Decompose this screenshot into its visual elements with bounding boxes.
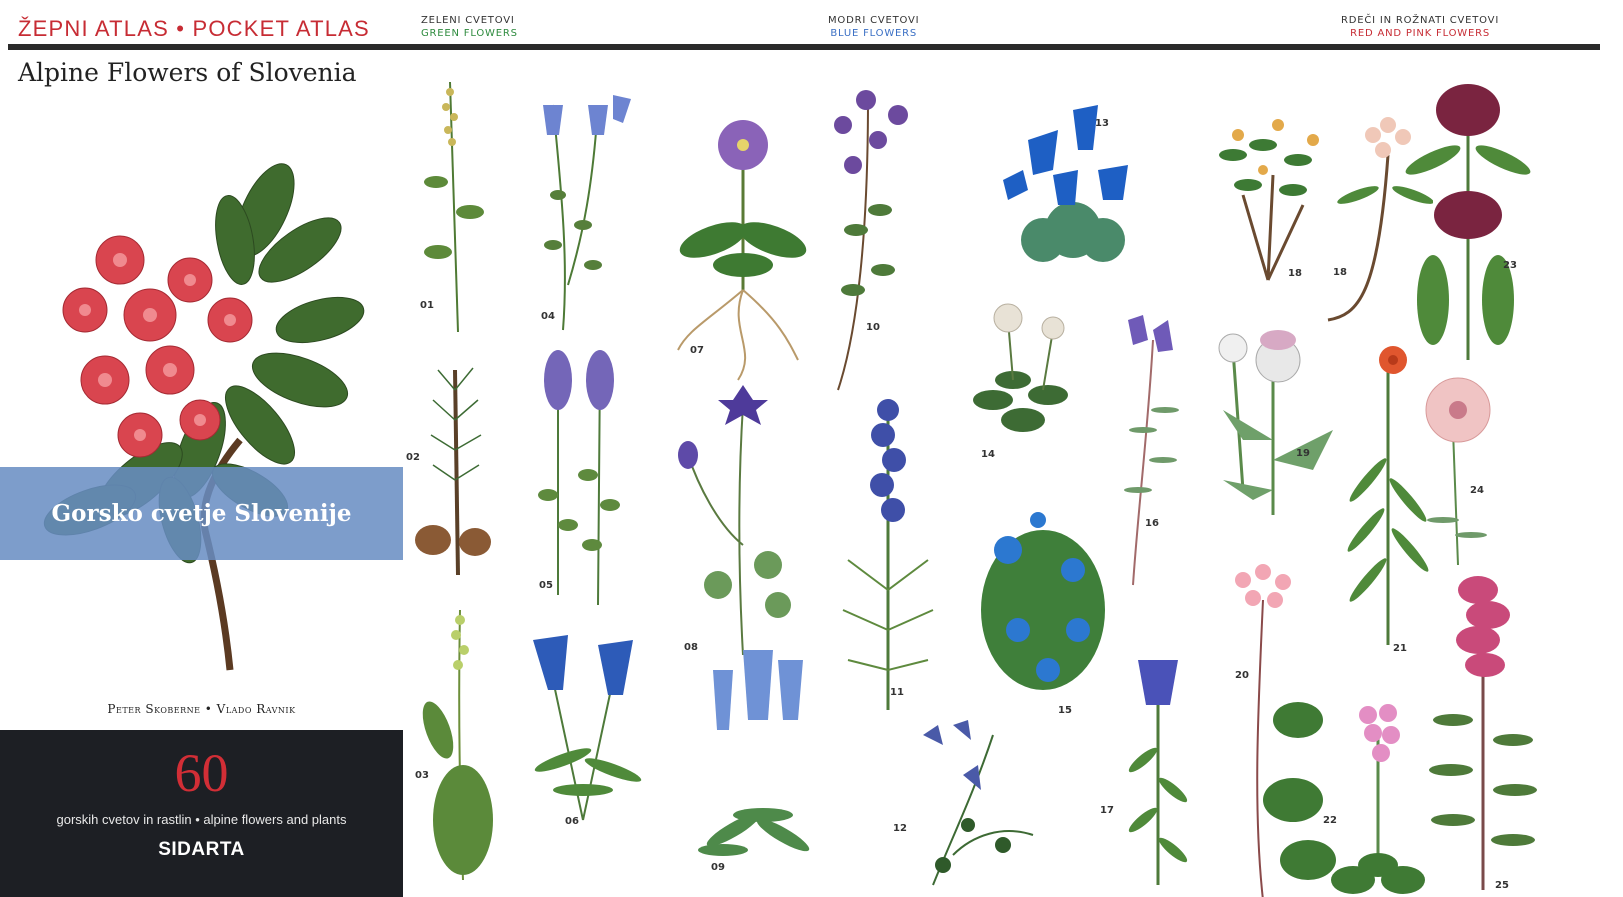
plate-06: 06: [513, 620, 673, 860]
plate-10: 10: [818, 70, 928, 395]
plate-17: 17: [1100, 650, 1203, 890]
plate-number: 18: [1333, 267, 1347, 278]
plate-19: 19: [1203, 320, 1353, 520]
plate-13: 13: [983, 80, 1158, 265]
publisher-name: SIDARTA: [158, 839, 245, 860]
plate-number: 12: [893, 823, 907, 834]
plate-23: 23: [1403, 70, 1533, 365]
plant-illustration: [1429, 576, 1537, 890]
plant-illustration: [1124, 315, 1179, 586]
cover-banner-title: Gorsko cvetje Slovenije: [51, 500, 352, 527]
plant-illustration: [1003, 105, 1128, 262]
plate-24: 24: [1413, 370, 1513, 570]
cover-banner: Gorsko cvetje Slovenije: [0, 467, 403, 560]
plant-illustration: [698, 650, 810, 856]
plate-01: 01: [408, 62, 503, 337]
plate-08: 08: [668, 365, 818, 665]
plant-illustration: [1218, 330, 1333, 515]
plant-illustration: [543, 95, 631, 331]
section-blue-sl: MODRI CVETOVI: [828, 15, 920, 26]
plant-illustration: [842, 399, 934, 710]
cover-subtitle: gorskih cvetov in rastlin • alpine flowe…: [56, 812, 347, 827]
section-blue: MODRI CVETOVI BLUE FLOWERS: [828, 14, 919, 40]
cover-title: Alpine Flowers of Slovenia: [18, 58, 357, 87]
plate-25: 25: [1423, 560, 1548, 895]
section-blue-en: BLUE FLOWERS: [830, 28, 918, 39]
plant-illustration: [1425, 377, 1491, 566]
plate-number: 07: [690, 345, 704, 356]
plate-14: 14: [963, 300, 1083, 480]
plant-illustration: [1128, 660, 1188, 885]
plate-number: 13: [1095, 118, 1109, 129]
plate-number: 25: [1495, 880, 1509, 891]
plate-07: 07: [668, 90, 808, 390]
section-red-sl: RDEČI IN ROŽNATI CVETOVI: [1341, 15, 1500, 26]
plate-number: 15: [1058, 705, 1072, 716]
plate-number: 21: [1393, 643, 1407, 654]
plate-number: 23: [1503, 260, 1517, 271]
plate-number: 10: [866, 322, 880, 333]
rhododendron-illustration: [43, 163, 365, 671]
plant-illustration: [424, 81, 484, 333]
plate-number: 19: [1296, 448, 1310, 459]
plate-number: 09: [711, 862, 725, 873]
plant-illustration: [834, 90, 908, 391]
plate-04: 04: [523, 85, 633, 340]
plate-15: 15: [978, 500, 1108, 720]
plant-illustration: [1405, 84, 1531, 360]
plate-number: 16: [1145, 518, 1159, 529]
cover-authors: Peter Skoberne • Vlado Ravnik: [107, 702, 296, 716]
plate-number: 24: [1470, 485, 1484, 496]
section-green: ZELENI CVETOVI GREEN FLOWERS: [421, 14, 518, 40]
plate-number: 02: [406, 452, 420, 463]
plate-number: 03: [415, 770, 429, 781]
section-red: RDEČI IN ROŽNATI CVETOVI RED AND PINK FL…: [1341, 14, 1499, 40]
flower-count: 60: [174, 743, 229, 803]
plate-number: 11: [890, 687, 904, 698]
plant-illustration: [677, 120, 807, 381]
section-green-en: GREEN FLOWERS: [421, 28, 518, 39]
plant-illustration: [981, 512, 1105, 690]
plate-number: 17: [1100, 805, 1114, 816]
plant-illustration: [533, 635, 642, 821]
plant-illustration: [415, 367, 491, 576]
plate-16: 16: [1113, 310, 1193, 590]
plate-number: 22: [1323, 815, 1337, 826]
brand-title: ŽEPNI ATLAS • POCKET ATLAS: [18, 16, 370, 41]
flower-plates: 01 02 03 04 05 06 07 08 09 10 11 12 13 1…: [403, 50, 1623, 897]
cover-footer: 60 gorskih cvetov in rastlin • alpine fl…: [0, 730, 403, 897]
plate-number: 14: [981, 449, 995, 460]
plate-number: 20: [1235, 670, 1249, 681]
plant-illustration: [1331, 704, 1425, 894]
plant-illustration: [678, 385, 791, 656]
plate-number: 18: [1288, 268, 1302, 279]
plate-number: 01: [420, 300, 434, 311]
plant-illustration: [422, 609, 493, 881]
plate-11: 11: [828, 390, 948, 715]
section-red-en: RED AND PINK FLOWERS: [1350, 28, 1490, 39]
section-green-sl: ZELENI CVETOVI: [421, 15, 515, 26]
plate-05: 05: [528, 335, 638, 620]
plate-22: 22: [1323, 695, 1433, 897]
plate-03: 03: [408, 600, 503, 890]
plant-illustration: [923, 720, 1034, 886]
plate-12: 12: [893, 715, 1053, 895]
plate-number: 05: [539, 580, 553, 591]
plant-illustration: [538, 350, 620, 606]
plate-number: 04: [541, 311, 555, 322]
plate-09: 09: [693, 640, 833, 895]
plate-number: 06: [565, 816, 579, 827]
plate-02: 02: [403, 350, 503, 585]
